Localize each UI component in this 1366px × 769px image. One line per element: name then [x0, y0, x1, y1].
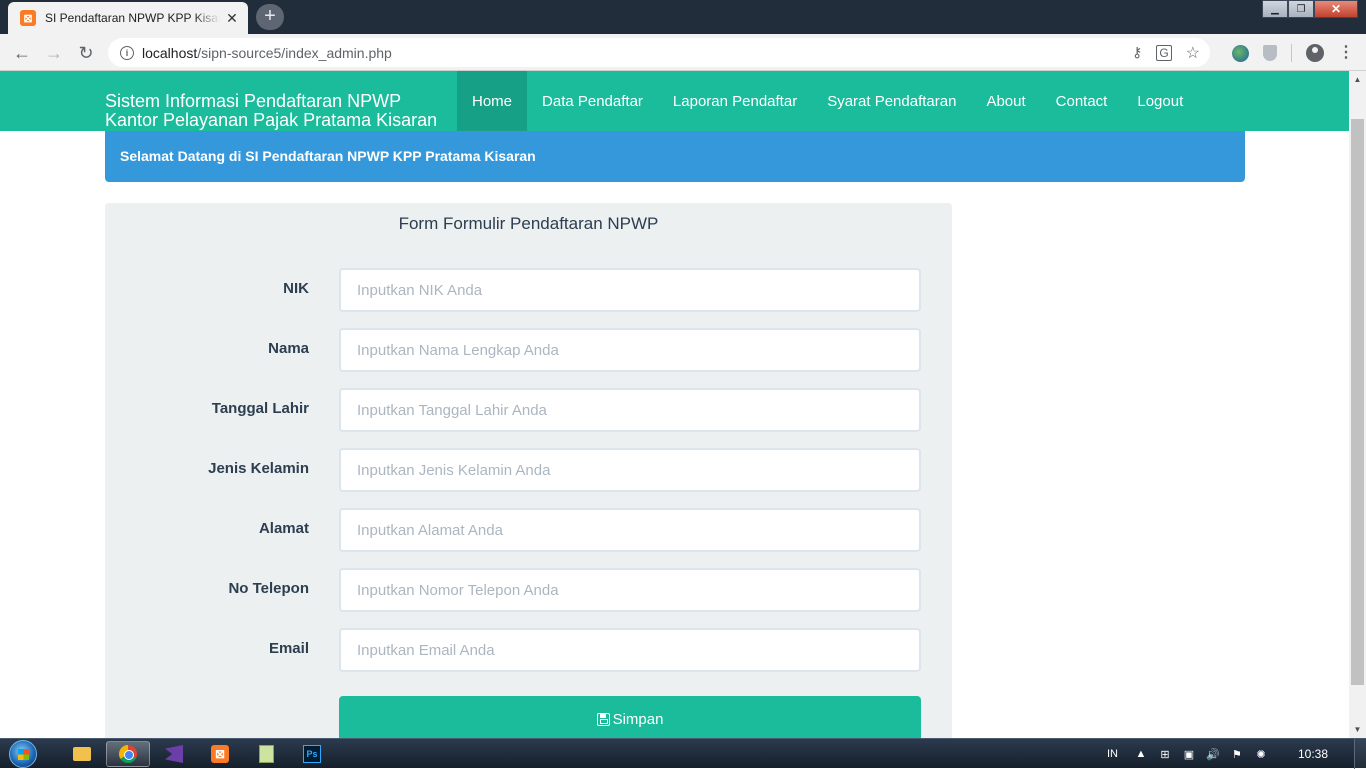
alamat-label: Alamat [258, 520, 309, 537]
notification-icon[interactable]: ✺ [1254, 747, 1268, 761]
browser-toolbar: ← → ↻ i localhost/sipn-source5/index_adm… [0, 34, 1366, 71]
menu-item-laporan-pendaftar[interactable]: Laporan Pendaftar [658, 71, 812, 131]
site-brand[interactable]: Sistem Informasi Pendaftaran NPWP Kantor… [105, 92, 437, 130]
menu-kebab-icon[interactable]: ⋮ [1338, 45, 1354, 61]
email-input[interactable] [339, 628, 921, 672]
clock[interactable]: 10:38 [1298, 747, 1328, 761]
page-scrollbar[interactable]: ▲ ▼ [1349, 71, 1366, 738]
key-icon[interactable]: ⚷ [1132, 44, 1142, 61]
form-row-jenis-kelamin: Jenis Kelamin [105, 448, 952, 492]
action-center-flag-icon[interactable]: ⚑ [1230, 747, 1244, 761]
tanggal-lahir-input[interactable] [339, 388, 921, 432]
taskbar-xampp[interactable]: ⊠ [198, 741, 242, 767]
site-navbar: Sistem Informasi Pendaftaran NPWP Kantor… [0, 71, 1349, 131]
taskbar-chrome[interactable] [106, 741, 150, 767]
menu-item-logout[interactable]: Logout [1122, 71, 1198, 131]
back-arrow-icon[interactable]: ← [8, 39, 36, 67]
scroll-down-arrow-icon[interactable]: ▼ [1349, 721, 1366, 738]
alamat-input[interactable] [339, 508, 921, 552]
menu-item-about[interactable]: About [971, 71, 1040, 131]
maximize-button[interactable]: ❐ [1288, 0, 1314, 18]
form-row-nama: Nama [105, 328, 952, 372]
simpan-label: Simpan [612, 710, 664, 728]
form-row-nik: NIK [105, 268, 952, 312]
site-info-icon[interactable]: i [120, 45, 134, 60]
new-tab-button[interactable]: + [256, 4, 284, 30]
nik-input[interactable] [339, 268, 921, 312]
menu-item-data-pendaftar[interactable]: Data Pendaftar [527, 71, 658, 131]
url-text: localhost/sipn-source5/index_admin.php [142, 44, 392, 61]
welcome-banner: Selamat Datang di SI Pendaftaran NPWP KP… [105, 131, 1245, 182]
close-window-button[interactable]: ✕ [1314, 0, 1358, 18]
xampp-favicon-icon: ⊠ [20, 10, 36, 26]
email-label: Email [268, 640, 309, 657]
windows-taskbar: ⊠ Ps IN ▲ ⊞ ▣ 🔊 ⚑ ✺ 10:38 [0, 738, 1366, 769]
show-desktop-button[interactable] [1354, 739, 1366, 769]
nama-label: Nama [268, 340, 309, 357]
window-controls: ▁ ❐ ✕ [1262, 0, 1358, 18]
translate-icon[interactable]: G [1156, 44, 1172, 61]
address-bar[interactable]: i localhost/sipn-source5/index_admin.php… [108, 38, 1210, 67]
form-row-no-telepon: No Telepon [105, 568, 952, 612]
form-row-email: Email [105, 628, 952, 672]
system-tray: IN ▲ ⊞ ▣ 🔊 ⚑ ✺ 10:38 [1107, 739, 1366, 769]
notepad-icon [258, 745, 274, 763]
toolbar-divider [1291, 44, 1292, 62]
chrome-icon [119, 745, 137, 763]
omnibox-actions: ⚷ G ☆ [1132, 38, 1200, 67]
volume-icon[interactable]: 🔊 [1206, 747, 1220, 761]
simpan-button[interactable]: Simpan [339, 696, 921, 738]
no-telepon-input[interactable] [339, 568, 921, 612]
scroll-thumb[interactable] [1351, 119, 1364, 685]
form-row-alamat: Alamat [105, 508, 952, 552]
brand-line-2: Kantor Pelayanan Pajak Pratama Kisaran [105, 110, 438, 130]
tab-title: SI Pendaftaran NPWP KPP Kisaran [45, 11, 220, 25]
visual-studio-icon [165, 745, 183, 763]
start-button[interactable] [9, 740, 37, 768]
taskbar-notepad[interactable] [244, 741, 288, 767]
reload-icon[interactable]: ↻ [72, 39, 100, 67]
profile-avatar-icon[interactable] [1306, 44, 1324, 62]
form-title: Form Formulir Pendaftaran NPWP [398, 214, 659, 233]
network-icon[interactable]: ▣ [1182, 747, 1196, 761]
show-hidden-icons-icon[interactable]: ▲ [1134, 747, 1148, 761]
language-indicator[interactable]: IN [1107, 748, 1118, 760]
form-row-tanggal-lahir: Tanggal Lahir [105, 388, 952, 432]
browser-tab[interactable]: ⊠ SI Pendaftaran NPWP KPP Kisaran ✕ [8, 2, 248, 34]
main-menu: Home Data Pendaftar Laporan Pendaftar Sy… [457, 71, 1198, 131]
taskbar-photoshop[interactable]: Ps [290, 741, 334, 767]
nik-label: NIK [283, 280, 309, 297]
taskbar-visual-studio[interactable] [152, 741, 196, 767]
bookmark-star-icon[interactable]: ☆ [1186, 43, 1200, 63]
nama-input[interactable] [339, 328, 921, 372]
globe-extension-icon[interactable] [1232, 44, 1249, 62]
tanggal-lahir-label: Tanggal Lahir [211, 400, 309, 417]
taskbar-explorer[interactable] [60, 741, 104, 767]
minimize-button[interactable]: ▁ [1262, 0, 1288, 18]
scroll-up-arrow-icon[interactable]: ▲ [1349, 71, 1366, 88]
jenis-kelamin-input[interactable] [339, 448, 921, 492]
registration-form-card: Form Formulir Pendaftaran NPWP NIK Nama … [105, 203, 952, 738]
jenis-kelamin-label: Jenis Kelamin [208, 460, 309, 477]
shield-extension-icon[interactable] [1263, 45, 1277, 61]
page-viewport: Sistem Informasi Pendaftaran NPWP Kantor… [0, 71, 1349, 738]
brand-line-1: Sistem Informasi Pendaftaran NPWP [105, 91, 402, 111]
floppy-disk-icon [596, 712, 610, 726]
menu-item-syarat-pendaftaran[interactable]: Syarat Pendaftaran [812, 71, 971, 131]
menu-item-home[interactable]: Home [457, 71, 528, 131]
photoshop-icon: Ps [303, 745, 321, 763]
menu-item-contact[interactable]: Contact [1041, 71, 1123, 131]
no-telepon-label: No Telepon [228, 580, 309, 597]
forward-arrow-icon[interactable]: → [40, 39, 68, 67]
browser-tabstrip: ⊠ SI Pendaftaran NPWP KPP Kisaran ✕ + ▁ … [0, 0, 1366, 34]
xampp-icon: ⊠ [211, 745, 229, 763]
extensions-area: ⋮ [1232, 39, 1354, 67]
windows-flag-icon[interactable]: ⊞ [1158, 747, 1172, 761]
tab-close-icon[interactable]: ✕ [224, 10, 240, 26]
folder-icon [73, 747, 91, 761]
